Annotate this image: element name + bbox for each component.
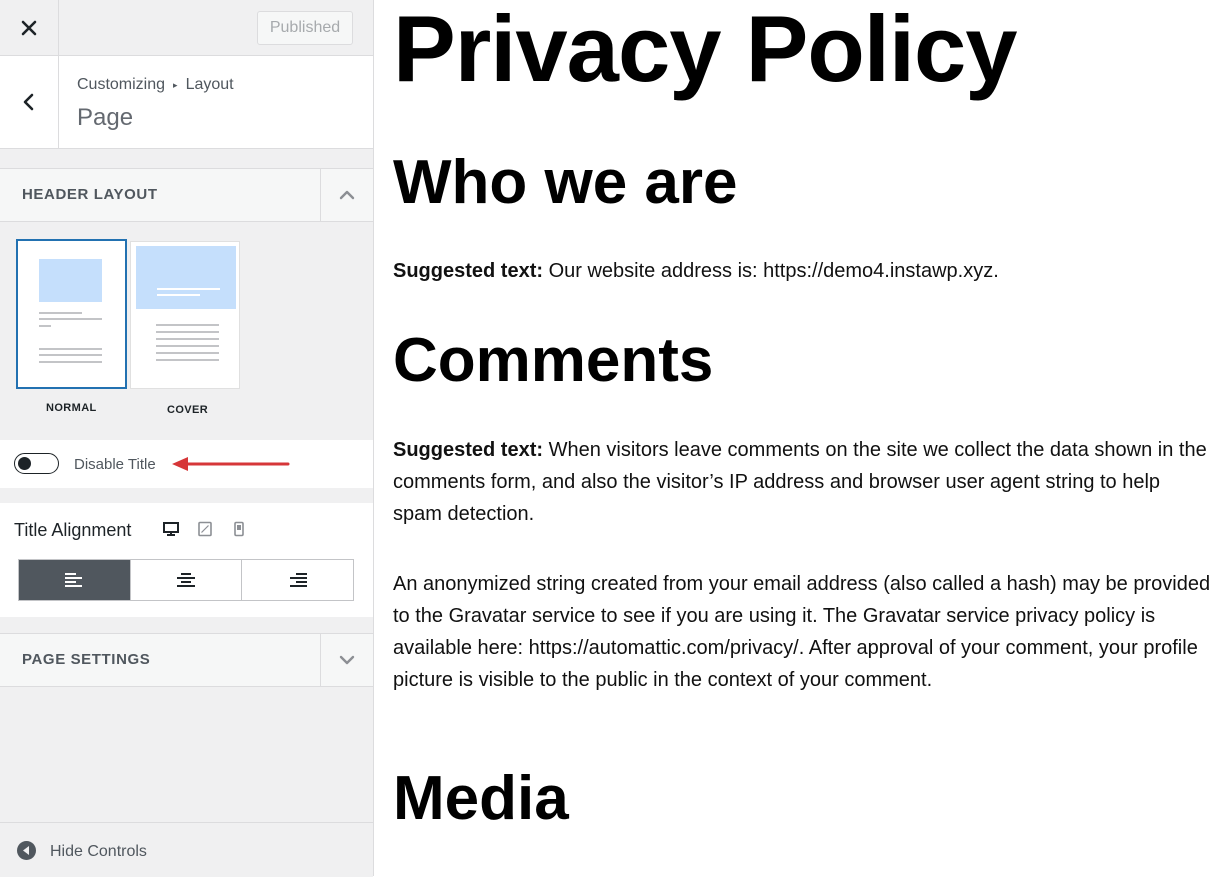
align-right-button[interactable] xyxy=(242,560,354,600)
publish-button[interactable]: Published xyxy=(257,11,353,45)
close-icon xyxy=(21,20,37,35)
paragraph-text: Our website address is: https://demo4.in… xyxy=(543,260,999,282)
collapse-header-layout-button[interactable] xyxy=(320,169,373,221)
title-alignment-label: Title Alignment xyxy=(14,520,132,540)
page-settings-section-header[interactable]: PAGE SETTINGS xyxy=(0,633,373,687)
hide-controls-label: Hide Controls xyxy=(50,843,147,860)
page-settings-title: PAGE SETTINGS xyxy=(22,651,151,668)
expand-page-settings-button[interactable] xyxy=(320,634,373,686)
customizer-topbar: Published xyxy=(0,0,373,56)
disable-title-label: Disable Title xyxy=(74,456,156,473)
back-button[interactable] xyxy=(0,56,59,148)
close-customizer-button[interactable] xyxy=(0,0,59,55)
paragraph: An anonymized string created from your e… xyxy=(393,568,1213,696)
cover-layout-thumbnail xyxy=(136,246,236,361)
site-preview: Privacy Policy Who we are Suggested text… xyxy=(374,0,1229,876)
panel-title: Page xyxy=(77,104,134,131)
layout-option-normal-label: NORMAL xyxy=(46,402,97,414)
chevron-down-icon xyxy=(339,655,355,665)
section-heading: Comments xyxy=(393,326,714,395)
header-layout-section-header[interactable]: HEADER LAYOUT xyxy=(0,168,373,222)
disable-title-toggle[interactable] xyxy=(14,453,59,474)
breadcrumb-root: Customizing xyxy=(77,76,166,93)
align-center-icon xyxy=(177,573,195,587)
align-left-icon xyxy=(65,573,83,587)
toggle-knob xyxy=(18,456,31,470)
breadcrumb: Customizing ▸ Layout xyxy=(77,76,234,94)
panel-header: Customizing ▸ Layout Page xyxy=(0,56,373,149)
normal-layout-thumbnail xyxy=(39,259,102,363)
header-layout-title: HEADER LAYOUT xyxy=(22,186,158,203)
tablet-icon[interactable] xyxy=(196,520,214,538)
title-alignment-buttons xyxy=(18,559,354,601)
page-title: Privacy Policy xyxy=(393,0,1018,101)
chevron-up-icon xyxy=(339,190,355,200)
desktop-icon[interactable] xyxy=(162,520,180,538)
section-heading: Who we are xyxy=(393,148,738,217)
section-heading: Media xyxy=(393,764,569,833)
paragraph: Suggested text: Our website address is: … xyxy=(393,255,1213,287)
hide-controls-button[interactable]: Hide Controls xyxy=(0,822,373,877)
chevron-left-icon xyxy=(23,93,34,111)
hide-controls-icon xyxy=(17,841,36,860)
customizer-sidebar: Published Customizing ▸ Layout Page HEAD… xyxy=(0,0,374,877)
paragraph-text: An anonymized string created from your e… xyxy=(393,573,1211,691)
layout-option-cover[interactable] xyxy=(130,241,240,389)
mobile-icon[interactable] xyxy=(230,520,248,538)
paragraph: Suggested text: When visitors leave comm… xyxy=(393,434,1213,530)
align-right-icon xyxy=(289,573,307,587)
align-left-button[interactable] xyxy=(19,560,131,600)
breadcrumb-parent: Layout xyxy=(185,76,234,93)
align-center-button[interactable] xyxy=(130,560,243,600)
paragraph-lead: Suggested text: xyxy=(393,439,544,461)
layout-option-cover-label: COVER xyxy=(167,404,209,416)
layout-option-normal[interactable] xyxy=(16,239,127,389)
annotation-arrow-icon xyxy=(172,457,290,471)
paragraph-lead: Suggested text: xyxy=(393,260,544,282)
breadcrumb-separator-icon: ▸ xyxy=(173,79,178,90)
